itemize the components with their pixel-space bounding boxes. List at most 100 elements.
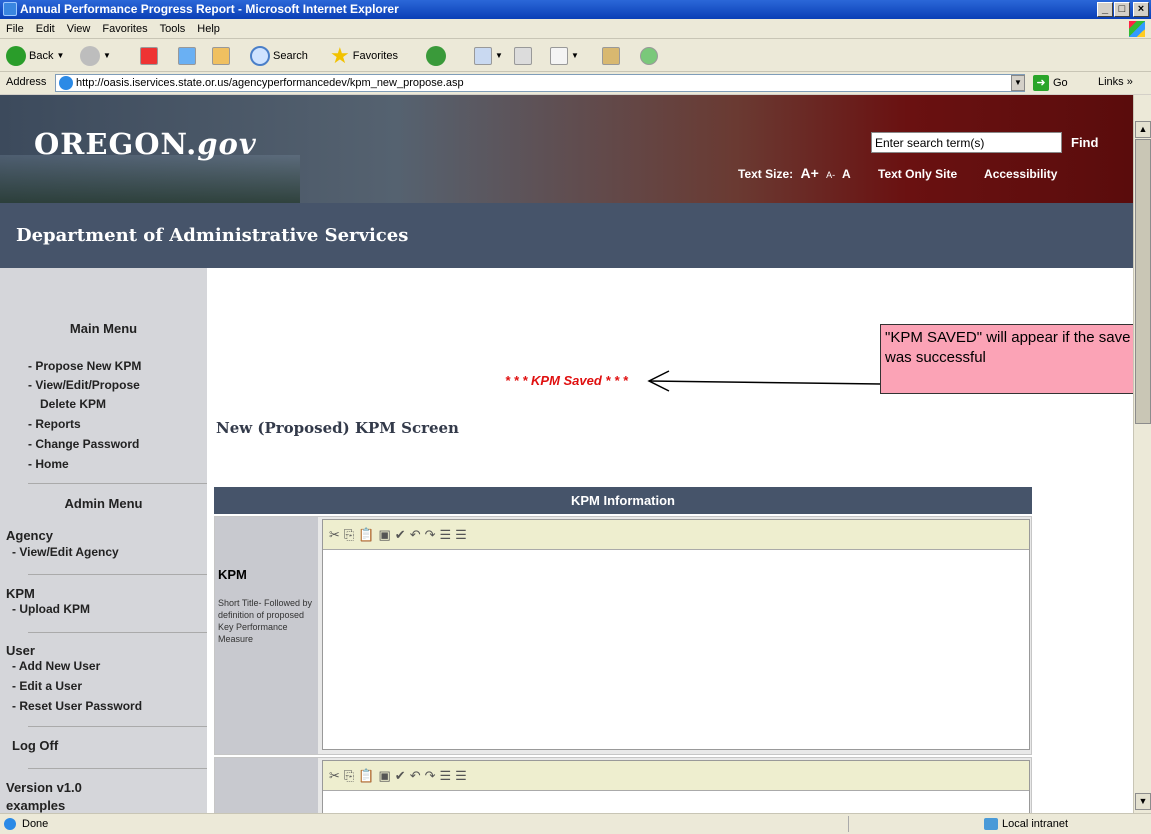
undo-icon[interactable]: ↶ — [410, 527, 425, 542]
status-bar: Done Local intranet — [0, 813, 1151, 834]
kpm-row-label: KPM Short Title- Followed by definition … — [215, 517, 318, 754]
back-arrow-icon — [6, 46, 26, 66]
menu-view[interactable]: View — [61, 19, 97, 39]
sidebar-item-upload-kpm[interactable]: - Upload KPM — [0, 599, 90, 619]
second-editor-area[interactable] — [323, 791, 1029, 813]
menu-favorites[interactable]: Favorites — [96, 19, 153, 39]
links-button[interactable]: Links » — [1098, 76, 1133, 88]
oregon-logo[interactable]: OREGON.gov — [34, 127, 257, 161]
sidebar-divider — [28, 726, 221, 727]
sidebar-item-propose-kpm[interactable]: - Propose New KPM — [0, 356, 207, 376]
maximize-button[interactable]: □ — [1114, 2, 1130, 17]
main-menu-heading: Main Menu — [69, 321, 138, 336]
back-button[interactable]: Back ▼ — [6, 45, 64, 67]
second-editor: ✂⎘📋▣✔↶↷☰☰ — [322, 760, 1030, 813]
vertical-scrollbar[interactable]: ▲ ▼ — [1133, 95, 1151, 813]
spellcheck-icon[interactable]: ✔ — [395, 527, 410, 542]
scroll-up-button[interactable]: ▲ — [1135, 121, 1151, 138]
forward-button[interactable]: ▼ — [80, 45, 111, 67]
editor-toolbar: ✂⎘📋▣✔↶↷☰☰ — [323, 520, 1029, 550]
research-button[interactable] — [602, 45, 620, 67]
saved-message: * * * KPM Saved * * * — [505, 373, 628, 388]
ie-app-icon — [3, 2, 17, 16]
copy-icon[interactable]: ⎘ — [344, 527, 358, 542]
refresh-icon — [178, 47, 196, 65]
logo-main: OREGON. — [34, 127, 198, 161]
refresh-button[interactable] — [178, 45, 196, 67]
bullet-list-icon[interactable]: ☰ — [455, 527, 471, 542]
kpm-editor-area[interactable] — [323, 550, 1029, 746]
sidebar-item-view-edit-propose[interactable]: - View/Edit/Propose — [0, 376, 207, 395]
cut-icon[interactable]: ✂ — [329, 527, 344, 542]
header-links: Text Size: A+ A- A Text Only Site Access… — [738, 165, 1061, 181]
site-search-input[interactable] — [871, 132, 1062, 153]
mail-button[interactable]: ▼ — [474, 45, 503, 67]
edit-button[interactable]: ▼ — [550, 45, 579, 67]
sidebar-item-log-off[interactable]: Log Off — [0, 736, 58, 756]
history-button[interactable] — [426, 45, 446, 67]
text-only-link[interactable]: Text Only Site — [878, 167, 957, 181]
page-title: New (Proposed) KPM Screen — [216, 419, 459, 437]
text-size-small[interactable]: A- — [826, 170, 835, 180]
address-bar: Address http://oasis.iservices.state.or.… — [0, 72, 1151, 94]
menu-file[interactable]: File — [0, 19, 30, 39]
sidebar-item-reset-password[interactable]: - Reset User Password — [0, 696, 142, 716]
callout-arrow — [647, 370, 882, 392]
go-button[interactable]: ➜ Go — [1033, 75, 1068, 91]
star-icon: ★ — [330, 43, 350, 68]
accessibility-link[interactable]: Accessibility — [984, 167, 1057, 181]
intranet-icon — [984, 818, 998, 830]
print-button[interactable] — [514, 45, 532, 67]
numbered-list-icon[interactable]: ☰ — [440, 527, 456, 542]
edit-icon — [550, 47, 568, 65]
version-label: Version v1.0 — [6, 780, 82, 795]
numbered-list-icon[interactable]: ☰ — [440, 768, 456, 783]
text-size-large[interactable]: A+ — [800, 165, 818, 181]
messenger-button[interactable] — [640, 45, 658, 67]
minimize-button[interactable]: _ — [1097, 2, 1113, 17]
paste-icon[interactable]: 📋 — [358, 768, 378, 783]
address-input[interactable]: http://oasis.iservices.state.or.us/agenc… — [55, 74, 1025, 92]
kpm-label: KPM — [218, 567, 247, 582]
redo-icon[interactable]: ↷ — [425, 768, 440, 783]
address-dropdown-button[interactable]: ▼ — [1011, 75, 1025, 91]
sidebar: Main Menu - Propose New KPM - View/Edit/… — [0, 268, 221, 813]
scroll-thumb[interactable] — [1135, 139, 1151, 424]
close-button[interactable]: × — [1133, 2, 1149, 17]
cut-icon[interactable]: ✂ — [329, 768, 344, 783]
find-button[interactable]: Find — [1071, 135, 1098, 150]
sidebar-item-add-user[interactable]: - Add New User — [0, 656, 142, 676]
copy-icon[interactable]: ⎘ — [344, 768, 358, 783]
second-row: ✂⎘📋▣✔↶↷☰☰ — [214, 757, 1032, 813]
stop-button[interactable] — [140, 45, 158, 67]
search-button[interactable]: Search — [250, 45, 308, 67]
forward-arrow-icon — [80, 46, 100, 66]
main-content: * * * KPM Saved * * * "KPM SAVED" will a… — [207, 268, 1133, 813]
links-label: Links — [1098, 76, 1124, 88]
home-button[interactable] — [212, 45, 230, 67]
second-row-label — [215, 758, 318, 813]
status-panels — [848, 816, 974, 832]
text-size-normal[interactable]: A — [842, 167, 851, 181]
undo-icon[interactable]: ↶ — [410, 768, 425, 783]
sidebar-item-change-password[interactable]: - Change Password — [0, 434, 207, 454]
scroll-down-button[interactable]: ▼ — [1135, 793, 1151, 810]
spellcheck-icon[interactable]: ✔ — [395, 768, 410, 783]
menu-edit[interactable]: Edit — [30, 19, 61, 39]
menu-tools[interactable]: Tools — [154, 19, 192, 39]
menu-help[interactable]: Help — [191, 19, 226, 39]
redo-icon[interactable]: ↷ — [425, 527, 440, 542]
favorites-button[interactable]: ★ Favorites — [330, 45, 398, 67]
sidebar-item-delete-kpm[interactable]: Delete KPM — [0, 395, 207, 414]
status-text: Done — [22, 818, 49, 830]
sidebar-item-view-edit-agency[interactable]: - View/Edit Agency — [0, 542, 119, 562]
sidebar-item-reports[interactable]: - Reports — [0, 414, 207, 434]
paste-word-icon[interactable]: ▣ — [379, 768, 395, 783]
windows-logo-icon — [1129, 21, 1145, 37]
paste-icon[interactable]: 📋 — [358, 527, 378, 542]
bullet-list-icon[interactable]: ☰ — [455, 768, 471, 783]
paste-word-icon[interactable]: ▣ — [379, 527, 395, 542]
sidebar-item-home[interactable]: - Home — [0, 454, 207, 474]
go-arrow-icon: ➜ — [1033, 75, 1049, 91]
sidebar-item-edit-user[interactable]: - Edit a User — [0, 676, 142, 696]
